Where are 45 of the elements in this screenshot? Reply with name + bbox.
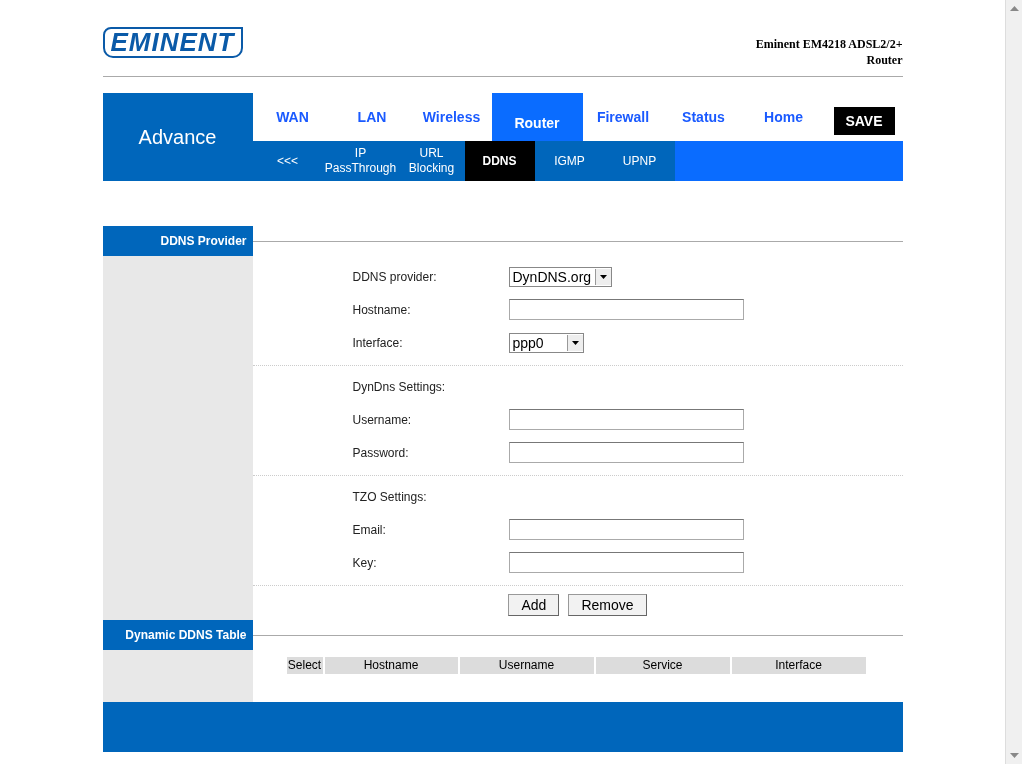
field-label: Email:	[352, 522, 387, 537]
scrollbar[interactable]	[1005, 0, 1022, 764]
nav-tab[interactable]: Home	[743, 93, 824, 141]
field-label: Interface:	[352, 335, 404, 350]
scroll-down-icon[interactable]	[1009, 753, 1019, 758]
group-heading: DynDns Settings:	[352, 379, 447, 394]
save-button[interactable]: SAVE	[833, 107, 895, 135]
action-button[interactable]: Remove	[568, 594, 647, 616]
column-header: Interface	[731, 657, 866, 674]
text-field[interactable]	[508, 299, 744, 320]
field-label: Password:	[352, 445, 410, 460]
text-field[interactable]	[508, 442, 744, 463]
sub-tab[interactable]: IP PassThrough	[322, 141, 399, 181]
sub-tab[interactable]: URL Blocking	[398, 141, 465, 181]
group-heading: TZO Settings:	[352, 489, 428, 504]
nav-tab[interactable]: LAN	[332, 93, 412, 141]
section-header: Dynamic DDNS Table	[102, 620, 253, 650]
text-field[interactable]	[508, 519, 744, 540]
brand-logo: EMINENT	[102, 27, 243, 58]
column-header: Hostname	[324, 657, 458, 674]
nav-tab[interactable]: Firewall	[582, 93, 664, 141]
sub-tab[interactable]: IGMP	[534, 141, 605, 181]
dropdown[interactable]: ppp0	[508, 332, 584, 353]
nav-tab[interactable]: WAN	[252, 93, 333, 141]
nav-tab[interactable]: Wireless	[411, 93, 492, 141]
text-field[interactable]	[508, 409, 744, 430]
field-label: DDNS provider:	[352, 269, 438, 284]
column-header: Username	[459, 657, 594, 674]
field-label: Key:	[352, 555, 378, 570]
field-label: Username:	[352, 412, 413, 427]
dropdown[interactable]: DynDNS.org	[508, 266, 613, 287]
model-name: Eminent EM4218 ADSL2/2+ Router	[754, 36, 903, 68]
sub-tab[interactable]: DDNS	[464, 141, 535, 181]
field-label: Hostname:	[352, 302, 412, 317]
text-field[interactable]	[508, 552, 744, 573]
section-header: DDNS Provider	[102, 226, 253, 256]
scroll-up-icon[interactable]	[1009, 6, 1019, 11]
column-header: Select	[286, 657, 323, 674]
column-header: Service	[595, 657, 730, 674]
action-button[interactable]: Add	[508, 594, 560, 616]
nav-tab[interactable]: Status	[663, 93, 744, 141]
nav-tab[interactable]: Router	[491, 93, 583, 141]
sub-tab[interactable]: UPNP	[604, 141, 675, 181]
section-title: Advance	[102, 93, 253, 181]
sub-tab[interactable]: <<<	[252, 141, 323, 181]
